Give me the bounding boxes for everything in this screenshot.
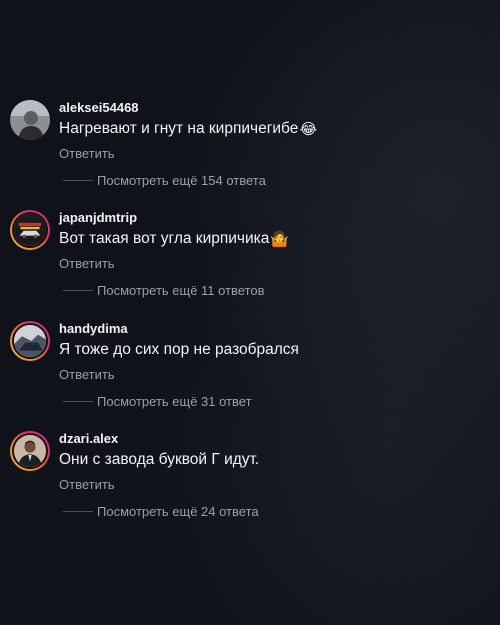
reply-button[interactable]: Ответить: [59, 146, 115, 161]
view-replies-button[interactable]: Посмотреть ещё 31 ответ: [63, 394, 252, 409]
comment-text: Они с завода буквой Г идут.: [59, 451, 260, 468]
view-replies-label: Посмотреть ещё 24 ответа: [97, 504, 259, 519]
avatar[interactable]: [10, 100, 50, 140]
avatar-photo: [14, 325, 46, 357]
comment-username[interactable]: japanjdmtrip: [59, 210, 137, 225]
comment-item: dzari.alex Они с завода буквой Г идут. О…: [10, 431, 490, 536]
avatar-photo: [14, 214, 46, 246]
reply-button[interactable]: Ответить: [59, 256, 115, 271]
comment-item: aleksei54468 Нагревают и гнут на кирпиче…: [10, 100, 490, 205]
comment-item: japanjdmtrip Вот такая вот угла кирпичик…: [10, 210, 490, 315]
view-replies-label: Посмотреть ещё 31 ответ: [97, 394, 252, 409]
comment-username[interactable]: handydima: [59, 321, 128, 336]
reply-button[interactable]: Ответить: [59, 477, 115, 492]
avatar[interactable]: [10, 321, 50, 361]
comment-item: handydima Я тоже до сих пор не разобралс…: [10, 321, 490, 426]
comment-username[interactable]: aleksei54468: [59, 100, 139, 115]
reply-button[interactable]: Ответить: [59, 367, 115, 382]
avatar-photo: [10, 100, 50, 140]
avatar-photo: [14, 435, 46, 467]
view-replies-button[interactable]: Посмотреть ещё 24 ответа: [63, 504, 259, 519]
comment-text: Я тоже до сих пор не разобрался: [59, 341, 299, 358]
avatar[interactable]: [10, 210, 50, 250]
view-replies-label: Посмотреть ещё 11 ответов: [97, 283, 265, 298]
view-replies-label: Посмотреть ещё 154 ответа: [97, 173, 266, 188]
view-replies-button[interactable]: Посмотреть ещё 11 ответов: [63, 283, 265, 298]
comments-list: aleksei54468 Нагревают и гнут на кирпиче…: [0, 0, 500, 625]
divider-line: [63, 290, 93, 291]
divider-line: [63, 511, 93, 512]
avatar[interactable]: [10, 431, 50, 471]
laughing-face-icon: 😂: [299, 120, 318, 138]
comment-text: Вот такая вот угла кирпичика: [59, 230, 270, 247]
divider-line: [63, 401, 93, 402]
comment-text-row: Вот такая вот угла кирпичика 🤷: [59, 230, 290, 248]
comment-text-row: Нагревают и гнут на кирпичегибе 😂: [59, 120, 317, 138]
shrugging-person-icon: 🤷: [270, 230, 290, 248]
comment-text: Нагревают и гнут на кирпичегибе: [59, 120, 299, 137]
comment-text-row: Я тоже до сих пор не разобрался: [59, 341, 299, 359]
view-replies-button[interactable]: Посмотреть ещё 154 ответа: [63, 173, 266, 188]
comment-text-row: Они с завода буквой Г идут.: [59, 451, 259, 469]
divider-line: [63, 180, 93, 181]
comment-username[interactable]: dzari.alex: [59, 431, 118, 446]
